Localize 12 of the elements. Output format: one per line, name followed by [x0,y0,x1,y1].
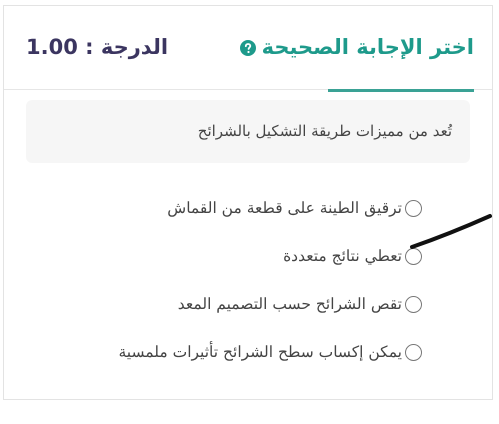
card-title: اختر الإجابة الصحيحة [262,34,474,62]
question-text: تُعد من مميزات طريقة التشكيل بالشرائح [26,100,470,162]
option-label[interactable]: ترقيق الطينة على قطعة من القماش [167,196,402,220]
radio-button[interactable] [405,248,422,265]
grade-label: الدرجة : 1.00 [26,34,168,62]
radio-button[interactable] [405,344,422,361]
option-label[interactable]: يمكن إكساب سطح الشرائح تأثيرات ملمسية [118,340,402,364]
radio-button[interactable] [405,200,422,217]
option-label[interactable]: تقص الشرائح حسب التصميم المعد [178,292,402,316]
help-icon[interactable] [240,40,256,56]
option-label[interactable]: تعطي نتائج متعددة [283,244,402,268]
radio-button[interactable] [405,296,422,313]
